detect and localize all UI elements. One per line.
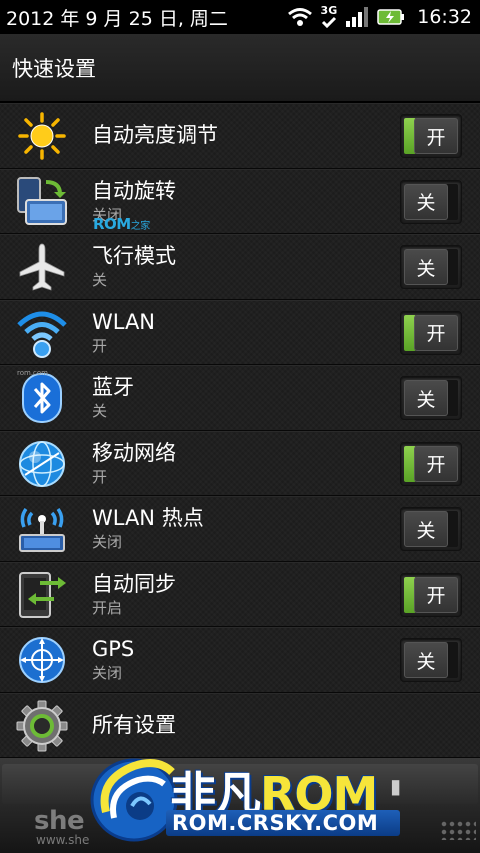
toggle-label: 开 [414,118,458,154]
toggle-label: 关 [404,511,448,547]
toggle-label: 开 [414,314,458,351]
row-text: 蓝牙 关 [92,373,134,421]
row-text: GPS 关闭 [92,635,134,683]
sync-icon [16,569,68,621]
bluetooth-icon [16,372,68,424]
row-title: 自动亮度调节 [92,123,218,147]
row-title: 自动旋转 [92,178,176,203]
setting-row-mobile-network[interactable]: 移动网络 开 开 [0,431,480,496]
auto-brightness-toggle[interactable]: 开 [400,114,462,158]
row-title: 飞行模式 [92,244,176,268]
row-subtitle: 关闭 [92,533,123,551]
setting-row-gps[interactable]: GPS 关闭 关 [0,627,480,693]
rom-home-watermark: ROM之家 [93,215,150,233]
row-text: 自动亮度调节 [92,121,218,149]
row-title: 自动同步 [92,571,176,596]
auto-sync-toggle[interactable]: 开 [400,572,462,617]
gps-toggle[interactable]: 关 [400,638,462,682]
setting-row-bluetooth[interactable]: 蓝牙 关 关 [0,365,480,431]
setting-row-airplane-mode[interactable]: 飞行模式 关 关 [0,234,480,300]
tiny-url-watermark: rom.com [17,369,49,377]
toggle-label: 关 [404,642,448,678]
row-subtitle: 关 [92,271,108,289]
row-subtitle: 开启 [92,598,123,617]
mobile-network-toggle[interactable]: 开 [400,441,462,486]
toggle-label: 关 [404,380,448,416]
header: 快速设置 [0,34,480,102]
row-title: 所有设置 [92,712,176,737]
row-title: WLAN 热点 [92,506,204,530]
logo-url: ROM.CRSKY.COM [172,811,379,835]
rotate-screen-icon [16,176,68,228]
row-text: 所有设置 [92,711,176,739]
she-watermark: she [34,806,85,836]
row-subtitle: 关 [92,402,108,420]
brightness-icon [16,110,68,162]
airplane-mode-toggle[interactable]: 关 [400,245,462,289]
row-subtitle: 开 [92,336,108,355]
battery-charging-icon [377,9,405,25]
toggle-label: 关 [404,249,448,285]
auto-rotate-toggle[interactable]: 关 [400,179,462,224]
airplane-icon [16,241,68,293]
row-text: 自动同步 开启 [92,570,176,618]
quick-settings-list: 自动亮度调节 开 自动旋转 关闭 关 飞行模式 关 关 WLAN 开 开 蓝牙 … [0,103,480,758]
row-subtitle: 关闭 [92,664,123,682]
status-time: 16:32 [417,6,472,28]
wifi-signal-icon [287,8,312,26]
row-subtitle: 开 [92,467,108,486]
dots-decoration [440,820,476,840]
toggle-label: 开 [414,445,458,482]
row-text: 移动网络 开 [92,439,176,487]
row-title: 蓝牙 [92,375,134,399]
status-date: 2012 年 9 月 25 日, 周二 [6,7,228,30]
row-title: 移动网络 [92,440,176,465]
wlan-toggle[interactable]: 开 [400,310,462,355]
network-type-icon: 3G [321,5,337,28]
row-text: WLAN 热点 关闭 [92,504,204,552]
mobile-network-icon [16,438,68,490]
setting-row-auto-rotate[interactable]: 自动旋转 关闭 关 [0,169,480,234]
hotspot-icon [16,503,68,555]
she-url-watermark: www.she [36,833,90,847]
toggle-label: 开 [414,576,458,613]
row-title: GPS [92,637,135,661]
setting-row-auto-brightness[interactable]: 自动亮度调节 开 [0,103,480,169]
settings-gear-icon [16,700,68,752]
bluetooth-toggle[interactable]: 关 [400,376,462,420]
toggle-label: 关 [404,183,448,220]
setting-row-all-settings[interactable]: 所有设置 [0,693,480,758]
crsky-logo: 非凡ROM ROM.CRSKY.COM [88,752,418,844]
gps-icon [16,634,68,686]
wlan-hotspot-toggle[interactable]: 关 [400,507,462,551]
status-bar: 2012 年 9 月 25 日, 周二 3G 16:32 [0,0,480,34]
setting-row-auto-sync[interactable]: 自动同步 开启 开 [0,562,480,627]
cell-signal-icon [346,7,369,27]
row-text: WLAN 开 [92,308,155,356]
wifi-icon [16,307,68,359]
row-title: WLAN [92,309,156,334]
setting-row-wlan-hotspot[interactable]: WLAN 热点 关闭 关 [0,496,480,562]
status-icons: 3G 16:32 [287,5,472,28]
row-text: 飞行模式 关 [92,242,176,290]
setting-row-wlan[interactable]: WLAN 开 开 [0,300,480,365]
page-title: 快速设置 [12,56,96,81]
